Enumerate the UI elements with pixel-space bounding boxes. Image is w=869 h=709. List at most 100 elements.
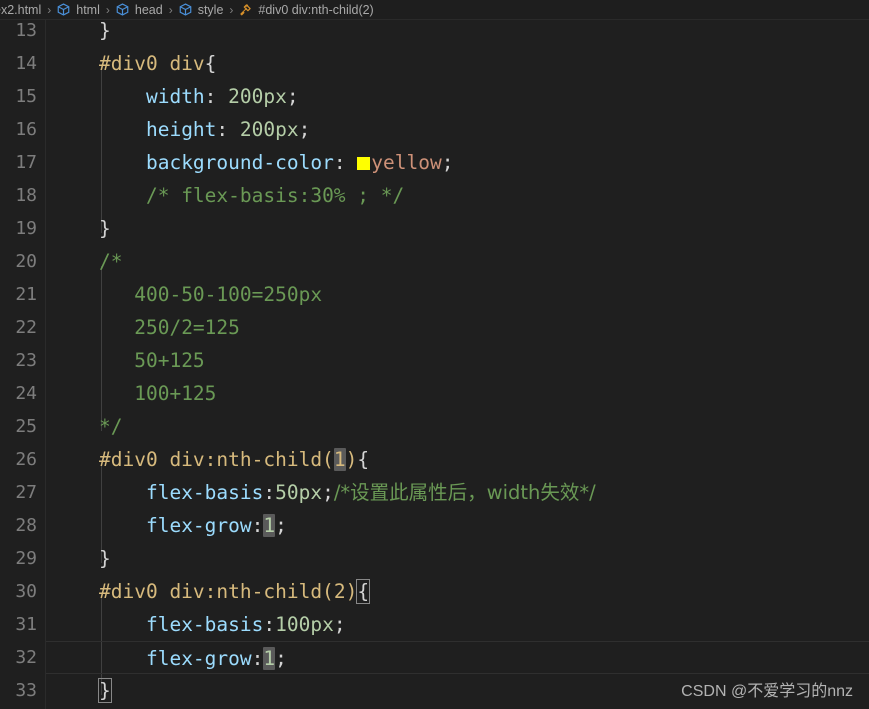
code-line[interactable]: } <box>46 542 869 575</box>
code-line-current[interactable]: flex-grow:1; <box>46 641 869 674</box>
code-line[interactable]: 100+125 <box>46 377 869 410</box>
token-comment: 100+125 <box>134 382 217 405</box>
token-value: 1 <box>263 647 276 670</box>
html-element-icon <box>115 2 130 17</box>
line-number: 26 <box>15 449 37 470</box>
token-property: background-color <box>145 151 334 174</box>
token-semicolon: ; <box>441 151 454 174</box>
token-colon: : <box>263 613 276 636</box>
code-line[interactable]: #div0 div:nth-child(2){ <box>46 575 869 608</box>
line-number: 32 <box>15 647 37 668</box>
code-line[interactable]: 400-50-100=250px <box>46 278 869 311</box>
breadcrumb-item-file[interactable]: ex2.html <box>0 0 42 19</box>
line-number: 27 <box>15 482 37 503</box>
token-colon: : <box>251 514 264 537</box>
color-swatch-icon[interactable] <box>357 157 371 170</box>
code-content[interactable]: } #div0 div{ width: 200px; height: 200px… <box>46 20 869 709</box>
token-comment: 400-50-100=250px <box>134 283 323 306</box>
code-line[interactable]: 250/2=125 <box>46 311 869 344</box>
code-line[interactable]: } <box>46 674 869 707</box>
code-line[interactable]: flex-basis:100px; <box>46 608 869 641</box>
breadcrumb-separator-icon: › <box>47 2 52 17</box>
line-number: 16 <box>15 119 37 140</box>
code-line[interactable]: flex-grow:1; <box>46 509 869 542</box>
html-element-icon <box>178 2 193 17</box>
token-comment: 50+125 <box>134 349 205 372</box>
line-number: 13 <box>15 20 37 41</box>
token-semicolon: ; <box>298 118 311 141</box>
line-number: 33 <box>15 680 37 701</box>
breadcrumb-item-head[interactable]: head <box>115 0 164 19</box>
line-number: 28 <box>15 515 37 536</box>
token-color-keyword: yellow <box>371 151 442 174</box>
line-number: 30 <box>15 581 37 602</box>
token-value: 50px <box>275 481 323 504</box>
line-number: 24 <box>15 383 37 404</box>
token-value: 100px <box>275 613 334 636</box>
token-selector: ) <box>345 448 358 471</box>
token-semicolon: ; <box>275 647 287 670</box>
token-value: 200px <box>239 118 299 141</box>
code-line[interactable]: flex-basis:50px;/*设置此属性后，width失效*/ <box>46 476 869 509</box>
token-selector: ) <box>345 580 358 603</box>
line-number: 19 <box>15 218 37 239</box>
breadcrumb-item-style[interactable]: style <box>178 0 225 19</box>
token-selector-arg: 2 <box>333 580 346 603</box>
html-element-icon <box>56 2 71 17</box>
line-number: 23 <box>15 350 37 371</box>
token-comment: 250/2=125 <box>134 316 240 339</box>
token-property: flex-basis <box>145 481 264 504</box>
code-line[interactable]: } <box>46 20 869 47</box>
breadcrumb-style-label: style <box>197 2 224 17</box>
breadcrumb: ex2.html › html › head › style <box>0 0 869 20</box>
code-editor[interactable]: 13 14 15 16 17 18 19 20 21 22 23 24 25 2… <box>0 20 869 709</box>
token-value: 1 <box>263 514 276 537</box>
breadcrumb-html-label: html <box>76 2 100 17</box>
token-semicolon: ; <box>286 85 299 108</box>
line-number: 20 <box>15 251 37 272</box>
breadcrumb-separator-icon: › <box>105 2 110 17</box>
breadcrumb-file-label: ex2.html <box>0 2 42 17</box>
token-brace: { <box>204 52 217 75</box>
token-brace: } <box>99 20 111 42</box>
line-number: 31 <box>15 614 37 635</box>
token-semicolon: ; <box>275 514 287 537</box>
token-semicolon: ; <box>322 481 334 504</box>
breadcrumb-item-html[interactable]: html <box>56 0 101 19</box>
line-number: 25 <box>15 416 37 437</box>
line-number: 22 <box>15 317 37 338</box>
breadcrumb-separator-icon: › <box>168 2 173 17</box>
token-comment: /* <box>99 250 123 273</box>
line-number: 14 <box>15 53 37 74</box>
css-selector-icon <box>238 2 253 17</box>
breadcrumb-item-selector[interactable]: #div0 div:nth-child(2) <box>238 0 374 19</box>
code-line[interactable]: } <box>46 212 869 245</box>
code-line[interactable]: height: 200px; <box>46 113 869 146</box>
token-property: width <box>145 85 205 108</box>
line-number: 17 <box>15 152 37 173</box>
code-line[interactable]: 50+125 <box>46 344 869 377</box>
line-number: 18 <box>15 185 37 206</box>
token-property: flex-grow <box>145 514 252 537</box>
line-number: 15 <box>15 86 37 107</box>
code-line[interactable]: /* <box>46 245 869 278</box>
code-line[interactable]: #div0 div:nth-child(1){ <box>46 443 869 476</box>
code-line[interactable]: */ <box>46 410 869 443</box>
token-brace: { <box>357 448 370 471</box>
token-selector-arg: 1 <box>333 448 346 471</box>
breadcrumb-separator-icon: › <box>229 2 234 17</box>
token-brace-matched: } <box>98 678 112 703</box>
code-line[interactable]: #div0 div{ <box>46 47 869 80</box>
token-brace: } <box>99 547 111 570</box>
token-brace: } <box>99 217 111 240</box>
line-number: 29 <box>15 548 37 569</box>
token-colon: : <box>216 118 240 141</box>
line-number: 21 <box>15 284 37 305</box>
code-line[interactable]: width: 200px; <box>46 80 869 113</box>
token-semicolon: ; <box>333 613 346 636</box>
token-comment: /*设置此属性后，width失效*/ <box>333 481 596 504</box>
code-line[interactable]: background-color: yellow; <box>46 146 869 179</box>
token-selector: #div0 div:nth-child( <box>99 448 334 471</box>
code-line[interactable]: /* flex-basis:30% ; */ <box>46 179 869 212</box>
token-comment: /* flex-basis:30% ; */ <box>145 184 405 207</box>
